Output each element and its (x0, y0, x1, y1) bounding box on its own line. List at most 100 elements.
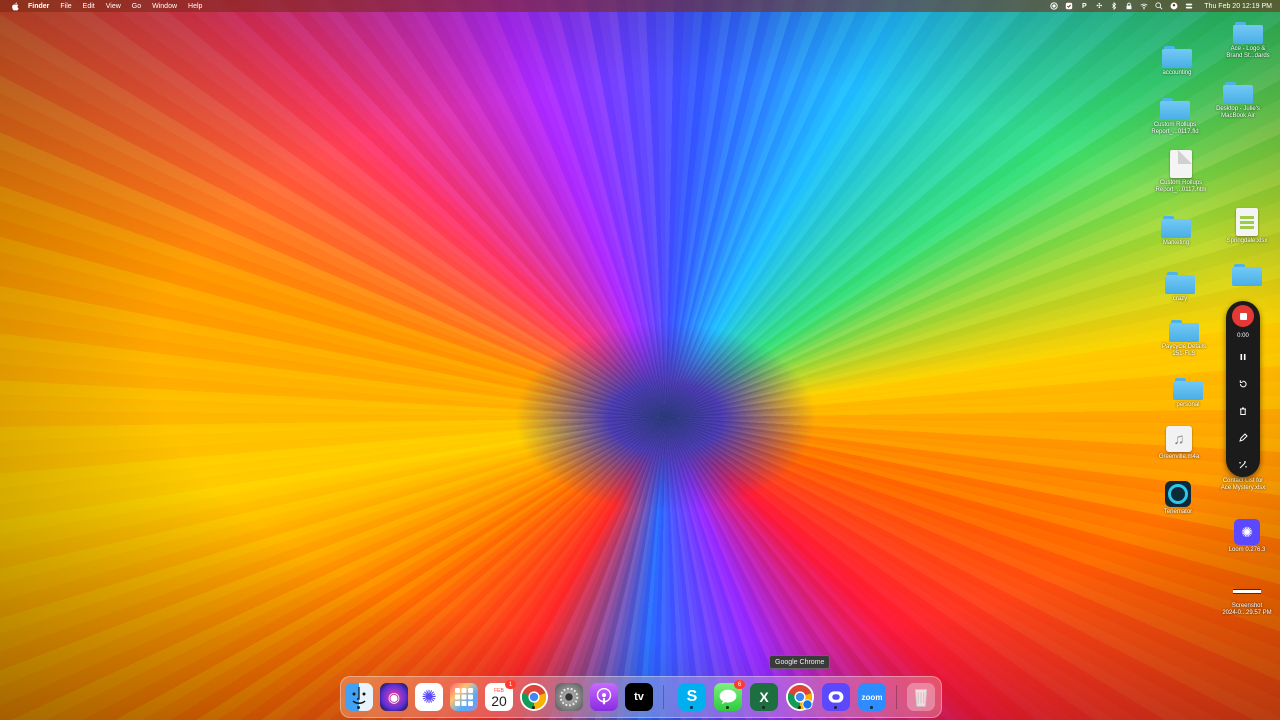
menu-clock[interactable]: Thu Feb 20 12:19 PM (1204, 3, 1272, 10)
folder-icon (1161, 216, 1191, 238)
bluetooth-icon[interactable] (1110, 2, 1118, 10)
folder-icon (1233, 22, 1263, 44)
folder-icon (1232, 264, 1262, 286)
dock-zoom[interactable]: zoom (858, 683, 886, 711)
dock-trash[interactable] (907, 683, 935, 711)
spreadsheet-icon (1236, 208, 1258, 236)
document-icon (1170, 150, 1192, 178)
desktop-folder-crazy[interactable]: crazy (1145, 272, 1215, 303)
desktop-item-label: crazy (1172, 296, 1188, 302)
desktop-folder-accounting[interactable]: accounting (1142, 46, 1212, 77)
music-note-icon: ♫ (1166, 426, 1192, 452)
menu-view[interactable]: View (106, 3, 121, 10)
desktop-folder-personal[interactable]: personal (1153, 378, 1223, 409)
menu-go[interactable]: Go (132, 3, 141, 10)
desktop-item-label: Loom 0.276.3 (1228, 547, 1266, 553)
desktop-folder-ace-logo[interactable]: Ace - Logo & Brand St...dards (1213, 22, 1280, 60)
dock-skype[interactable]: S (678, 683, 706, 711)
wifi-icon[interactable] (1140, 2, 1148, 10)
appletv-icon: tv (634, 691, 644, 703)
skype-icon: S (686, 688, 698, 705)
pause-button[interactable] (1234, 348, 1252, 366)
desktop-item-label: Custom Rollups Report_...0117.fld (1151, 122, 1199, 135)
loom-icon: ✺ (1234, 519, 1260, 545)
menu-help[interactable]: Help (188, 3, 202, 10)
desktop-item-label: Ace - Logo & Brand St...dards (1226, 46, 1270, 59)
desktop-folder-custom-rollups-fld[interactable]: Custom Rollups Report_...0117.fld (1140, 98, 1210, 136)
stop-icon (1239, 312, 1247, 320)
dock-podcasts[interactable] (590, 683, 618, 711)
lock-icon[interactable] (1125, 2, 1133, 10)
dock-perplexity[interactable]: ✺ (415, 683, 443, 711)
screenshot-thumbnail-icon (1232, 581, 1262, 601)
recording-timer: 0:00 (1237, 333, 1249, 339)
menu-app-name[interactable]: Finder (28, 3, 49, 10)
desktop-item-label: accounting (1162, 70, 1192, 76)
dock-launchpad[interactable] (450, 683, 478, 711)
dock-finder[interactable] (345, 683, 373, 711)
desktop-item-label: Custom Rollups Report_...0117.htm (1155, 180, 1207, 193)
messages-badge: 6 (734, 680, 745, 689)
pen-icon (1239, 433, 1248, 442)
dock-separator (896, 685, 897, 709)
desktop-item-label: Greenville.m4a (1158, 454, 1200, 460)
dock-loom[interactable] (822, 683, 850, 711)
desktop-file-greenville[interactable]: ♫ Greenville.m4a (1144, 426, 1214, 461)
dock-excel[interactable]: X (750, 683, 778, 711)
dock-calendar[interactable]: FEB 20 1 (485, 680, 516, 711)
zoom-icon: zoom (861, 692, 883, 702)
folder-icon (1169, 320, 1199, 342)
excel-icon: X (759, 689, 769, 705)
p-icon[interactable]: P (1080, 2, 1088, 10)
desktop-file-screenshot[interactable]: Screenshot 2024-0...29.57 PM (1212, 581, 1280, 617)
delete-recording-button[interactable] (1234, 402, 1252, 420)
desktop-folder-partial[interactable] (1212, 264, 1280, 286)
desktop-app-loom[interactable]: ✺ Loom 0.276.3 (1212, 519, 1280, 554)
menu-edit[interactable]: Edit (83, 3, 95, 10)
control-center-icon[interactable] (1185, 2, 1193, 10)
folder-icon (1165, 272, 1195, 294)
desktop-file-springdale[interactable]: Springdale.xlsx (1212, 208, 1280, 245)
draw-button[interactable] (1234, 429, 1252, 447)
desktop-item-label: Springdale.xlsx (1226, 238, 1268, 244)
folder-icon (1173, 378, 1203, 400)
desktop-item-label: Desktop - Julie's MacBook Air (1216, 106, 1260, 119)
dock-siri[interactable]: ◉ (380, 683, 408, 711)
apple-menu-icon[interactable] (10, 1, 20, 11)
restart-icon (1239, 380, 1247, 388)
dock-chrome[interactable] (520, 683, 548, 711)
record-icon[interactable] (1050, 2, 1058, 10)
status-area: P ✣ Thu Feb 20 12:19 PM (1050, 0, 1272, 12)
effects-button[interactable] (1234, 456, 1252, 474)
calendar-day: 20 (491, 692, 507, 709)
launchpad-icon (455, 688, 473, 706)
trash-icon (914, 689, 928, 707)
menu-file[interactable]: File (60, 3, 71, 10)
menu-window[interactable]: Window (152, 3, 177, 10)
tenemator-app-icon (1165, 481, 1191, 507)
dock-apple-tv[interactable]: tv (625, 683, 653, 711)
dropbox-icon[interactable] (1065, 2, 1073, 10)
dock-tooltip: Google Chrome (769, 655, 831, 669)
desktop-item-label: Paycycle Details 251-FLS (1161, 344, 1206, 357)
desktop-folder-desktop-julie[interactable]: Desktop - Julie's MacBook Air (1203, 82, 1273, 120)
podcasts-icon (596, 687, 612, 705)
user-icon[interactable] (1170, 2, 1178, 10)
stop-recording-button[interactable] (1232, 305, 1254, 327)
dock: ◉ ✺ FEB 20 1 tv S 6 X zoom (340, 676, 942, 718)
dock-chrome-profile[interactable] (786, 683, 814, 711)
siri-icon: ◉ (387, 688, 401, 705)
search-icon[interactable] (1155, 2, 1163, 10)
desktop-item-label: Marketing (1162, 240, 1190, 246)
desktop-folder-marketing[interactable]: Marketing (1141, 216, 1211, 247)
desktop-item-label: Contact List for Ace Mystery.xlsx (1220, 478, 1266, 491)
desktop-file-custom-rollups-htm[interactable]: Custom Rollups Report_...0117.htm (1146, 150, 1216, 194)
pinwheel-icon[interactable]: ✣ (1095, 2, 1103, 10)
calendar-badge: 1 (505, 680, 516, 689)
dock-messages[interactable]: 6 (714, 680, 745, 711)
desktop-app-tenemator[interactable]: Tenemator (1143, 481, 1213, 516)
restart-button[interactable] (1234, 375, 1252, 393)
dock-system-settings[interactable] (555, 683, 583, 711)
desktop-folder-paycycle[interactable]: Paycycle Details 251-FLS (1149, 320, 1219, 358)
desktop-file-contact-list[interactable]: Contact List for Ace Mystery.xlsx (1208, 476, 1278, 492)
